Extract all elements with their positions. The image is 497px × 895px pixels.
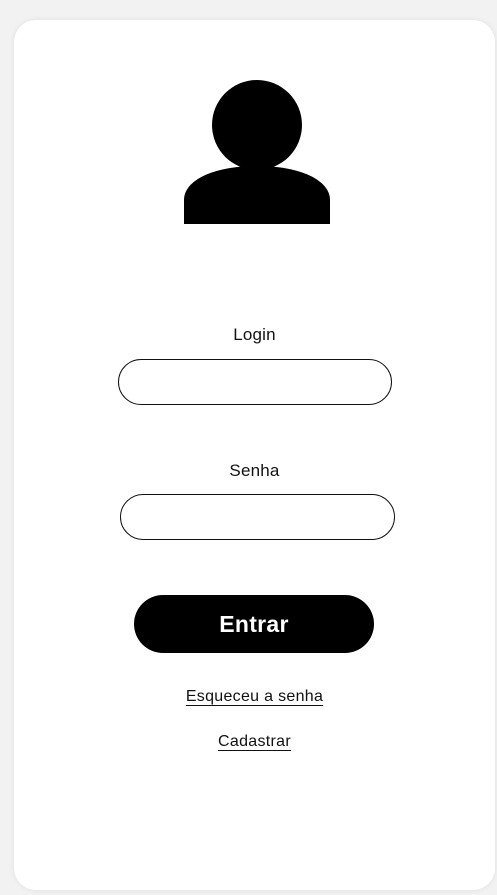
login-label: Login (233, 325, 276, 344)
login-card: Login Senha Entrar Esqueceu a senha Cada… (14, 20, 495, 890)
user-avatar-icon (184, 80, 330, 224)
register-row: Cadastrar (14, 733, 495, 751)
password-label: Senha (229, 461, 280, 480)
password-input[interactable] (120, 494, 395, 540)
forgot-password-row: Esqueceu a senha (14, 688, 495, 706)
register-link[interactable]: Cadastrar (218, 733, 291, 750)
login-submit-button[interactable]: Entrar (134, 595, 374, 653)
login-input[interactable] (118, 359, 392, 405)
forgot-password-link[interactable]: Esqueceu a senha (186, 688, 323, 705)
